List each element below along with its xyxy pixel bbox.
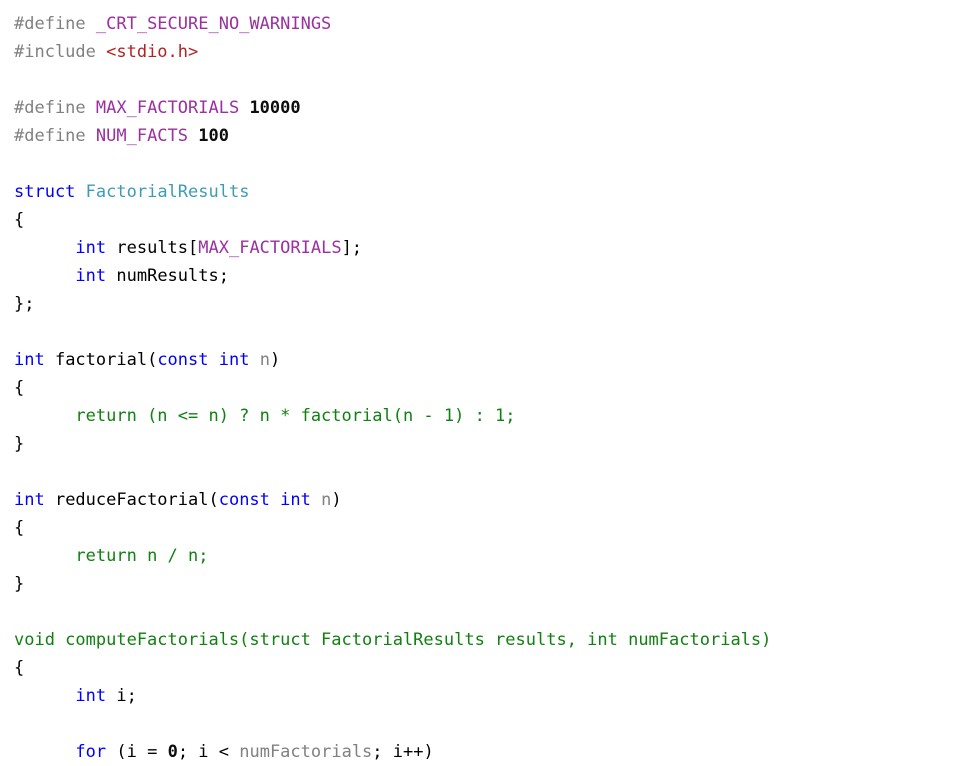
code-line[interactable]: { [0,654,955,682]
code-token-ident: n [321,490,332,510]
code-token-type: FactorialResults [85,182,250,202]
code-token-plain: { [14,210,25,230]
code-token-blank [14,322,24,342]
code-token-plain: } [14,434,25,454]
code-line[interactable]: void computeFactorials(struct FactorialR… [0,626,955,654]
code-token-keyword: const [218,490,270,510]
code-token-blank [14,462,24,482]
code-token-keyword: int [14,490,45,510]
code-token-plain: { [14,518,25,538]
code-token-number: 10000 [249,98,301,118]
code-line[interactable]: #include <stdio.h> [0,38,955,66]
code-line[interactable]: return n / n; [0,542,955,570]
code-token-plain: ) [269,350,281,370]
code-line[interactable]: struct FactorialResults [0,178,955,206]
code-token-keyword: int [75,686,107,706]
code-token-plain: }; [14,294,35,314]
code-token-blank [14,714,24,734]
code-token-keyword: int [75,238,107,258]
code-line[interactable]: int numResults; [0,262,955,290]
code-token-string: <stdio.h> [106,42,199,62]
code-token-macro: _CRT_SECURE_NO_WARNINGS [95,14,332,34]
code-token-plain: } [14,574,25,594]
code-line[interactable]: #define NUM_FACTS 100 [0,122,955,150]
code-line[interactable]: for (i = 0; i < numFactorials; i++) [0,738,955,766]
code-line[interactable]: #define MAX_FACTORIALS 10000 [0,94,955,122]
code-line[interactable]: } [0,430,955,458]
code-token-keyword: int [75,266,107,286]
code-line[interactable]: #define _CRT_SECURE_NO_WARNINGS [0,10,955,38]
code-token-green: return (n <= n) ? n * factorial(n - 1) :… [75,406,516,426]
code-token-plain: ) [331,490,342,510]
code-token-plain: factorial( [44,350,158,370]
code-token-keyword: int [280,490,311,510]
code-token-keyword: int [14,350,45,370]
code-token-green: void computeFactorials(struct FactorialR… [14,630,772,650]
code-token-green: return n / n; [75,546,209,566]
code-line[interactable]: { [0,206,955,234]
code-line[interactable] [0,66,955,94]
code-token-ident: n [259,350,270,370]
code-line[interactable] [0,458,955,486]
code-token-plain: results[ [106,238,199,258]
code-token-keyword: for [75,742,107,762]
code-token-preproc: #include [14,42,107,62]
code-token-macro: MAX_FACTORIALS [198,238,342,258]
code-line[interactable]: int factorial(const int n) [0,346,955,374]
code-line[interactable]: return (n <= n) ? n * factorial(n - 1) :… [0,402,955,430]
code-token-number: 100 [198,126,229,146]
code-token-preproc: #define [14,126,96,146]
code-line[interactable]: } [0,570,955,598]
code-token-blank [14,602,24,622]
code-token-blank [14,70,24,90]
code-token-plain: ]; [341,238,363,258]
code-token-preproc: #define [14,14,96,34]
code-token-plain: ; i++) [372,742,434,762]
code-token-plain: reduceFactorial( [44,490,219,510]
code-editor-view[interactable]: #define _CRT_SECURE_NO_WARNINGS #include … [0,10,955,762]
code-token-plain: { [14,378,25,398]
code-line[interactable]: { [0,514,955,542]
code-token-plain: numResults; [106,266,229,286]
code-token-keyword: int [218,350,250,370]
code-token-plain: i; [106,686,137,706]
code-line[interactable]: int i; [0,682,955,710]
code-token-plain: ; i < [177,742,240,762]
code-token-preproc: #define [14,98,96,118]
code-token-keyword: const [157,350,209,370]
code-line[interactable] [0,598,955,626]
code-line[interactable]: { [0,374,955,402]
code-token-blank [14,154,24,174]
code-token-ident: numFactorials [239,742,373,762]
code-token-number: 0 [167,742,178,762]
code-line[interactable]: int reduceFactorial(const int n) [0,486,955,514]
code-token-plain: { [14,658,25,678]
code-token-plain: (i = [106,742,168,762]
code-token-macro: NUM_FACTS [95,126,189,146]
code-line[interactable]: }; [0,290,955,318]
code-token-macro: MAX_FACTORIALS [95,98,240,118]
code-token-keyword: struct [14,182,76,202]
code-line[interactable] [0,710,955,738]
code-line[interactable] [0,318,955,346]
code-line[interactable]: int results[MAX_FACTORIALS]; [0,234,955,262]
code-line[interactable] [0,150,955,178]
